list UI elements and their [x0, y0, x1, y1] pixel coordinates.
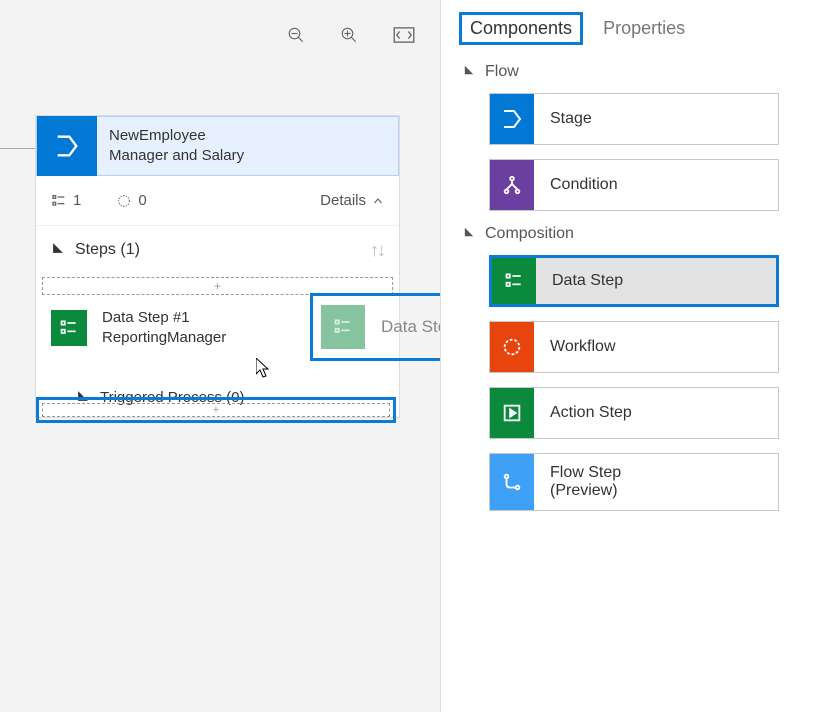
component-workflow[interactable]: Workflow: [489, 321, 779, 373]
tab-properties[interactable]: Properties: [603, 18, 685, 39]
component-condition[interactable]: Condition: [489, 159, 779, 211]
triangle-icon: [463, 225, 475, 243]
component-action-step[interactable]: Action Step: [489, 387, 779, 439]
reorder-icon[interactable]: ↑↓: [370, 240, 384, 261]
section-composition[interactable]: Composition: [463, 225, 802, 243]
workflow-icon: [490, 322, 534, 372]
right-panel: Components Properties Flow Stage Conditi…: [440, 0, 820, 712]
dropzone-top[interactable]: +: [42, 277, 393, 295]
data-step-text: Data Step #1 ReportingManager: [102, 308, 226, 349]
zoom-out-icon[interactable]: [287, 26, 305, 49]
workflow-count: 0: [116, 192, 146, 209]
data-step-icon: [492, 258, 536, 304]
dropzone-active[interactable]: +: [36, 397, 396, 423]
steps-header-row[interactable]: Steps (1) ↑↓: [36, 226, 399, 274]
component-data-step[interactable]: Data Step: [489, 255, 779, 307]
stage-card[interactable]: NewEmployee Manager and Salary 1 0 Detai…: [35, 115, 400, 418]
data-step-1[interactable]: Data Step #1 ReportingManager: [36, 298, 399, 359]
canvas-toolbar: [0, 20, 440, 55]
stage-title: NewEmployee Manager and Salary: [97, 126, 244, 167]
fit-screen-icon[interactable]: [393, 27, 415, 48]
details-toggle[interactable]: Details: [320, 192, 384, 209]
list-count: 1: [51, 192, 81, 209]
condition-icon: [490, 160, 534, 210]
action-step-icon: [490, 388, 534, 438]
component-stage[interactable]: Stage: [489, 93, 779, 145]
stage-icon: [37, 116, 97, 176]
triangle-icon: [51, 241, 65, 260]
component-flow-step[interactable]: Flow Step (Preview): [489, 453, 779, 511]
stage-stats-row: 1 0 Details: [36, 176, 399, 226]
stage-icon: [490, 94, 534, 144]
steps-label: Steps (1): [75, 241, 140, 259]
zoom-in-icon[interactable]: [340, 26, 358, 49]
triangle-icon: [463, 63, 475, 81]
tab-components[interactable]: Components: [459, 12, 583, 45]
stage-header[interactable]: NewEmployee Manager and Salary: [36, 116, 399, 176]
flow-step-icon: [490, 454, 534, 510]
section-flow[interactable]: Flow: [463, 63, 802, 81]
data-step-icon: [51, 310, 87, 346]
